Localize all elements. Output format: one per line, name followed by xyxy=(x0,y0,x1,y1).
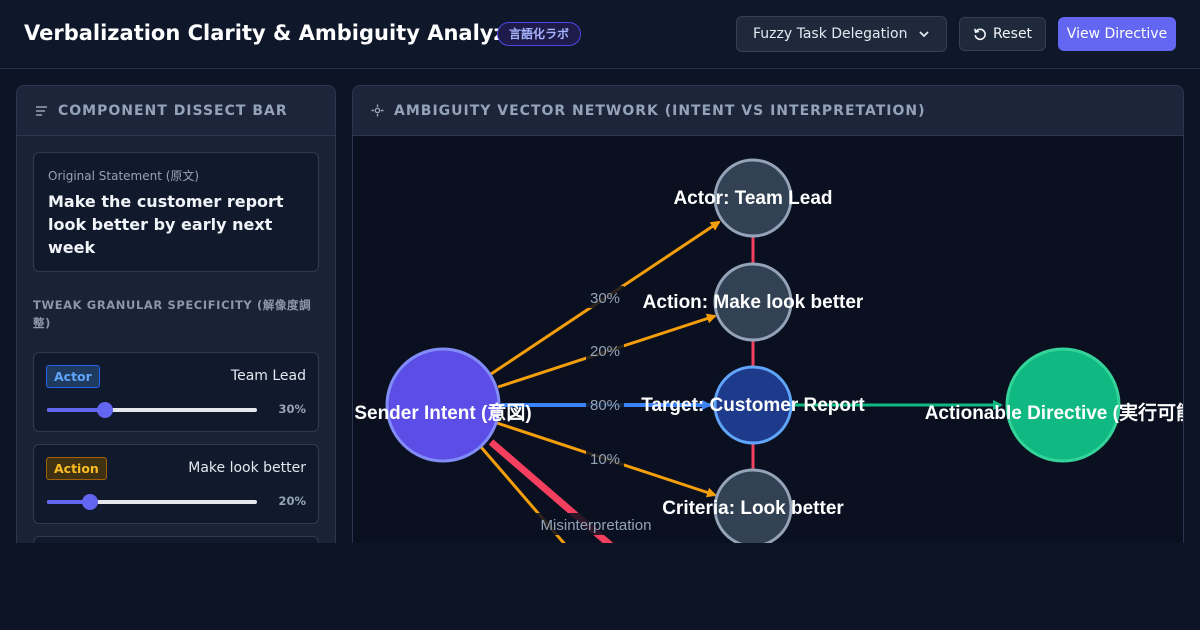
statement-text: Make the customer report look better by … xyxy=(48,192,284,257)
ambiguity-network-title: AMBIGUITY VECTOR NETWORK (INTENT VS INTE… xyxy=(394,102,926,119)
component-card-actor: Actor Team Lead 30% xyxy=(33,352,319,432)
specificity-slider[interactable] xyxy=(47,402,257,418)
node-label-actor: Actor: Team Lead xyxy=(673,188,832,209)
component-value: Team Lead xyxy=(230,368,306,384)
component-value: Make look better xyxy=(188,460,306,476)
component-tag: Action xyxy=(46,457,107,480)
ambiguity-network-header: AMBIGUITY VECTOR NETWORK (INTENT VS INTE… xyxy=(353,86,1183,136)
statement-label: Original Statement (原文) xyxy=(48,169,200,183)
app-title: Verbalization Clarity & Ambiguity Analyz… xyxy=(24,21,531,45)
edge-label-target: 80% xyxy=(590,397,620,414)
component-tag: Actor xyxy=(46,365,100,388)
component-percent: 30% xyxy=(278,402,306,416)
tweak-heading: TWEAK GRANULAR SPECIFICITY (解像度調整) xyxy=(33,298,312,330)
edge-label-action: 20% xyxy=(590,343,620,360)
original-statement-card: Original Statement (原文) Make the custome… xyxy=(33,152,319,272)
network-canvas: 30% 20% 80% 10% Misinterpretation Sender… xyxy=(353,136,1184,554)
component-dissect-title: COMPONENT DISSECT BAR xyxy=(58,102,288,119)
scenario-select-value: Fuzzy Task Delegation xyxy=(753,26,908,42)
edge-label-misinterpretation: Misinterpretation xyxy=(541,517,652,534)
ambiguity-network-panel: AMBIGUITY VECTOR NETWORK (INTENT VS INTE… xyxy=(352,85,1184,555)
network-svg: 30% 20% 80% 10% Misinterpretation Sender… xyxy=(354,158,1184,554)
lab-badge: 言語化ラボ xyxy=(497,22,581,46)
node-label-sender: Sender Intent (意図) xyxy=(354,401,531,424)
app-header: Verbalization Clarity & Ambiguity Analyz… xyxy=(0,0,1200,69)
view-directive-button[interactable]: View Directive xyxy=(1058,17,1176,51)
slider-thumb[interactable] xyxy=(97,402,113,418)
list-icon xyxy=(36,105,47,116)
page-footer-area xyxy=(0,543,1200,630)
chevron-down-icon xyxy=(919,31,929,38)
node-label-action: Action: Make look better xyxy=(643,292,864,313)
reset-button[interactable]: Reset xyxy=(959,17,1046,51)
slider-thumb[interactable] xyxy=(82,494,98,510)
specificity-slider[interactable] xyxy=(47,494,257,510)
node-label-directive: Actionable Directive (実行可能) xyxy=(925,401,1184,424)
edge-label-actor: 30% xyxy=(590,290,620,307)
component-dissect-header: COMPONENT DISSECT BAR xyxy=(17,86,335,136)
component-card-action: Action Make look better 20% xyxy=(33,444,319,524)
reset-label: Reset xyxy=(992,26,1033,42)
reset-icon xyxy=(973,28,986,41)
node-label-criteria: Criteria: Look better xyxy=(662,498,844,519)
scenario-select[interactable]: Fuzzy Task Delegation xyxy=(736,16,947,52)
network-icon xyxy=(371,104,384,117)
component-percent: 20% xyxy=(278,494,306,508)
component-dissect-panel: COMPONENT DISSECT BAR Original Statement… xyxy=(16,85,336,555)
edge-label-criteria: 10% xyxy=(590,451,620,468)
node-label-target: Target: Customer Report xyxy=(641,395,865,416)
